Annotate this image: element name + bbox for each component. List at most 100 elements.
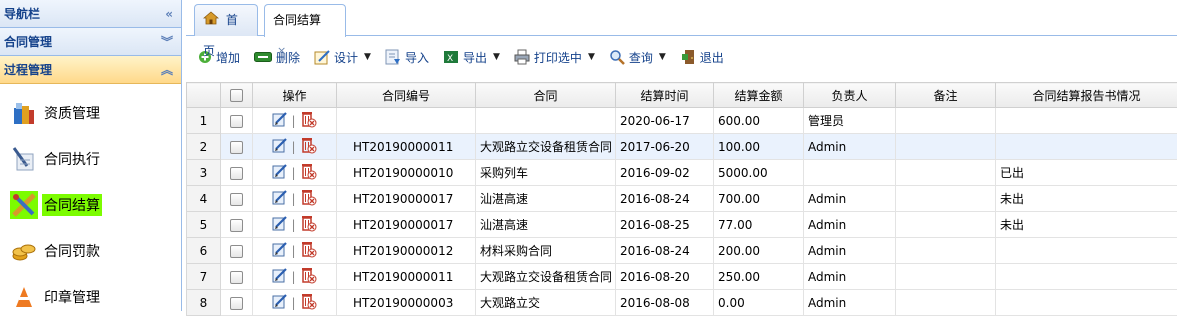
close-icon[interactable]: × — [277, 44, 286, 57]
delete-row-icon[interactable] — [299, 188, 317, 209]
delete-row-icon[interactable] — [299, 240, 317, 261]
table-row[interactable]: 7|HT20190000011大观路立交设备租赁合同2016-08-20250.… — [187, 264, 1177, 290]
pencil-ruler-icon — [10, 191, 38, 219]
coins-icon — [10, 237, 38, 265]
col-owner-header[interactable]: 负责人 — [804, 83, 896, 108]
row-checkbox[interactable] — [221, 290, 253, 316]
contract-mgmt-header[interactable]: 合同管理 ︾ — [0, 28, 181, 56]
settlement-table: 操作 合同编号 合同 结算时间 结算金额 负责人 备注 合同结算报告书情况 1|… — [186, 82, 1177, 316]
process-mgmt-header[interactable]: 过程管理 ︽ — [0, 56, 181, 84]
print-selected-button[interactable]: 打印选中 ▼ — [514, 49, 595, 66]
row-checkbox[interactable] — [221, 238, 253, 264]
col-report-header[interactable]: 合同结算报告书情况 — [996, 83, 1177, 108]
excel-icon: X — [443, 49, 459, 65]
cell-time: 2016-08-20 — [616, 264, 714, 290]
row-checkbox[interactable] — [221, 160, 253, 186]
edit-icon[interactable] — [272, 137, 288, 156]
row-checkbox[interactable] — [221, 134, 253, 160]
sidebar-item-qualification[interactable]: 资质管理 — [0, 90, 181, 136]
row-checkbox[interactable] — [221, 108, 253, 134]
delete-row-icon[interactable] — [299, 162, 317, 183]
delete-row-icon[interactable] — [299, 266, 317, 287]
import-button[interactable]: 导入 — [385, 49, 429, 66]
row-checkbox[interactable] — [221, 212, 253, 238]
table-row[interactable]: 8|HT20190000003大观路立交2016-08-080.00Admin — [187, 290, 1177, 316]
export-button[interactable]: X 导出 ▼ — [443, 49, 500, 66]
delete-row-icon[interactable] — [299, 136, 317, 157]
row-checkbox[interactable] — [221, 264, 253, 290]
table-row[interactable]: 6|HT20190000012材料采购合同2016-08-24200.00Adm… — [187, 238, 1177, 264]
col-time-header[interactable]: 结算时间 — [616, 83, 714, 108]
expand-icon[interactable]: ︾ — [161, 28, 173, 56]
nav-title: 导航栏 — [4, 7, 40, 21]
cell-code: HT20190000003 — [337, 290, 476, 316]
row-number: 2 — [187, 134, 221, 160]
cell-owner: 管理员 — [804, 108, 896, 134]
sidebar-item-seal[interactable]: 印章管理 — [0, 274, 181, 320]
table-row[interactable]: 3|HT20190000010采购列车2016-09-025000.00已出 — [187, 160, 1177, 186]
col-note-header[interactable]: 备注 — [896, 83, 996, 108]
collapse-sidebar-icon[interactable]: « — [165, 0, 173, 28]
sidebar-item-fine[interactable]: 合同罚款 — [0, 228, 181, 274]
pen-paper-icon — [10, 145, 38, 173]
main-panel: 首页 合同结算 × 增加 删除 设计 ▼ — [186, 0, 1177, 311]
cell-contract: 材料采购合同 — [476, 238, 616, 264]
cell-note — [896, 160, 996, 186]
cell-amount: 250.00 — [714, 264, 804, 290]
edit-icon[interactable] — [272, 293, 288, 312]
table-row[interactable]: 4|HT20190000017汕湛高速2016-08-24700.00Admin… — [187, 186, 1177, 212]
row-number: 4 — [187, 186, 221, 212]
cell-code: HT20190000011 — [337, 134, 476, 160]
col-code-header[interactable]: 合同编号 — [337, 83, 476, 108]
process-mgmt-label: 过程管理 — [4, 63, 52, 77]
tab-bar: 首页 合同结算 × — [186, 0, 1177, 36]
cell-amount: 0.00 — [714, 290, 804, 316]
col-ops-header[interactable]: 操作 — [253, 83, 337, 108]
settlement-grid: 操作 合同编号 合同 结算时间 结算金额 负责人 备注 合同结算报告书情况 1|… — [186, 82, 1177, 316]
query-button[interactable]: 查询 ▼ — [609, 49, 666, 66]
action-separator: | — [291, 192, 295, 206]
row-number: 1 — [187, 108, 221, 134]
delete-row-icon[interactable] — [299, 214, 317, 235]
cell-note — [896, 264, 996, 290]
cell-note — [896, 212, 996, 238]
nav-panel-header: 导航栏 « — [0, 0, 181, 28]
exit-label: 退出 — [700, 49, 724, 66]
sidebar-item-execution[interactable]: 合同执行 — [0, 136, 181, 182]
edit-icon[interactable] — [272, 163, 288, 182]
edit-icon[interactable] — [272, 189, 288, 208]
edit-icon[interactable] — [272, 241, 288, 260]
row-checkbox[interactable] — [221, 186, 253, 212]
cell-note — [896, 134, 996, 160]
edit-icon[interactable] — [272, 111, 288, 130]
tab-home[interactable]: 首页 — [194, 4, 258, 36]
design-label: 设计 — [334, 49, 358, 66]
cell-time: 2016-08-08 — [616, 290, 714, 316]
select-all-checkbox[interactable] — [221, 83, 253, 108]
cell-owner: Admin — [804, 186, 896, 212]
chevron-down-icon: ▼ — [493, 52, 500, 62]
cell-owner — [804, 160, 896, 186]
import-label: 导入 — [405, 49, 429, 66]
table-row[interactable]: 1|2020-06-17600.00管理员 — [187, 108, 1177, 134]
table-row[interactable]: 2|HT20190000011大观路立交设备租赁合同2017-06-20100.… — [187, 134, 1177, 160]
action-separator: | — [291, 166, 295, 180]
exit-button[interactable]: 退出 — [680, 49, 724, 66]
edit-icon[interactable] — [272, 267, 288, 286]
col-amount-header[interactable]: 结算金额 — [714, 83, 804, 108]
sidebar-item-settlement[interactable]: 合同结算 — [0, 182, 181, 228]
cell-code: HT20190000017 — [337, 212, 476, 238]
collapse-icon[interactable]: ︽ — [161, 56, 173, 84]
delete-row-icon[interactable] — [299, 110, 317, 131]
cell-note — [896, 108, 996, 134]
design-button[interactable]: 设计 ▼ — [314, 49, 371, 66]
cell-amount: 100.00 — [714, 134, 804, 160]
delete-row-icon[interactable] — [299, 292, 317, 313]
chevron-down-icon: ▼ — [659, 52, 666, 62]
table-row[interactable]: 5|HT20190000017汕湛高速2016-08-2577.00Admin未… — [187, 212, 1177, 238]
cell-contract: 大观路立交 — [476, 290, 616, 316]
col-contract-header[interactable]: 合同 — [476, 83, 616, 108]
tab-contract-settlement[interactable]: 合同结算 × — [264, 4, 346, 37]
edit-icon[interactable] — [272, 215, 288, 234]
cell-owner: Admin — [804, 290, 896, 316]
